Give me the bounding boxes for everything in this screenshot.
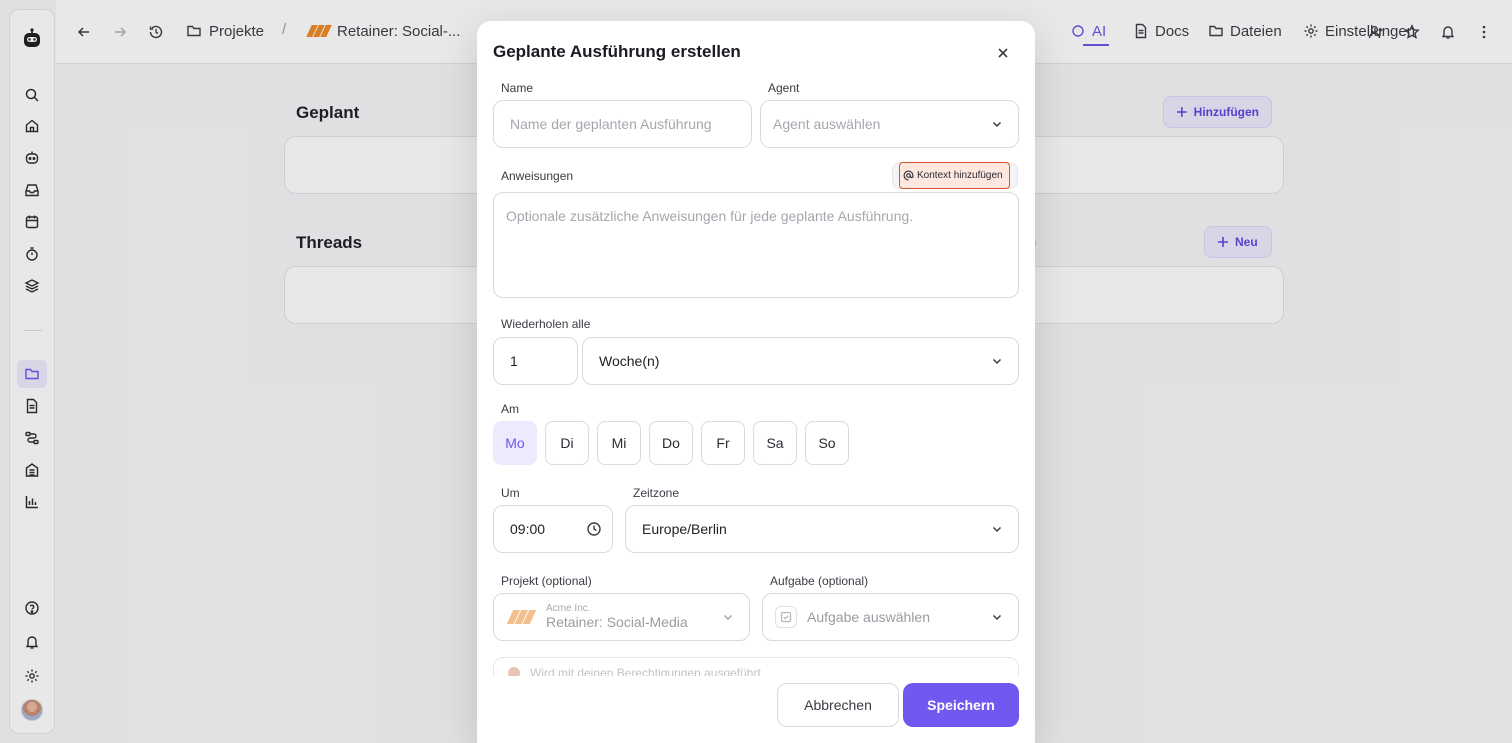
name-input[interactable]: Name der geplanten Ausführung [493, 100, 752, 148]
task-checkbox-icon [775, 606, 797, 628]
chevron-down-icon [990, 117, 1004, 131]
add-context-button[interactable]: Kontext hinzufügen [899, 162, 1010, 189]
project-logo-icon [506, 609, 538, 625]
project-label: Projekt (optional) [501, 574, 592, 588]
day-toggle-fr[interactable]: Fr [701, 421, 745, 465]
chevron-down-icon [990, 610, 1004, 624]
button-label: Kontext hinzufügen [917, 170, 1003, 181]
dialog-title: Geplante Ausführung erstellen [493, 42, 741, 61]
create-schedule-dialog: Geplante Ausführung erstellen Name Name … [477, 21, 1035, 743]
close-icon[interactable] [993, 43, 1013, 63]
clock-icon[interactable] [586, 521, 602, 537]
repeat-label: Wiederholen alle [501, 317, 591, 331]
day-toggle-mo[interactable]: Mo [493, 421, 537, 465]
task-select-value: Aufgabe auswählen [807, 609, 930, 625]
day-toggle-do[interactable]: Do [649, 421, 693, 465]
project-select-value: Acme Inc. Retainer: Social-Media [546, 604, 688, 629]
days-label: Am [501, 402, 519, 416]
task-select[interactable]: Aufgabe auswählen [762, 593, 1019, 641]
repeat-interval-input[interactable]: 1 [493, 337, 578, 385]
repeat-unit-select[interactable]: Woche(n) [582, 337, 1019, 385]
instructions-label: Anweisungen [501, 169, 574, 183]
day-toggle-di[interactable]: Di [545, 421, 589, 465]
task-label: Aufgabe (optional) [770, 574, 869, 588]
cancel-button[interactable]: Abbrechen [777, 683, 899, 727]
timezone-select[interactable]: Europe/Berlin [625, 505, 1019, 553]
timezone-value: Europe/Berlin [642, 521, 727, 537]
repeat-unit-value: Woche(n) [599, 353, 660, 369]
chevron-down-icon [990, 522, 1004, 536]
instructions-textarea[interactable]: Optionale zusätzliche Anweisungen für je… [493, 192, 1019, 298]
chevron-down-icon [721, 610, 735, 624]
timezone-label: Zeitzone [633, 486, 680, 500]
agent-label: Agent [768, 81, 800, 95]
agent-select[interactable]: Agent auswählen [760, 100, 1019, 148]
day-toggle-sa[interactable]: Sa [753, 421, 797, 465]
time-value: 09:00 [510, 521, 546, 537]
day-toggle-mi[interactable]: Mi [597, 421, 641, 465]
project-select: Acme Inc. Retainer: Social-Media [493, 593, 750, 641]
agent-select-value: Agent auswählen [773, 116, 881, 132]
day-toggle-so[interactable]: So [805, 421, 849, 465]
project-name: Retainer: Social-Media [546, 613, 688, 630]
chevron-down-icon [990, 354, 1004, 368]
save-button[interactable]: Speichern [903, 683, 1019, 727]
time-label: Um [501, 486, 520, 500]
at-sign-icon [903, 170, 914, 181]
time-input[interactable]: 09:00 [493, 505, 613, 553]
name-label: Name [501, 81, 534, 95]
